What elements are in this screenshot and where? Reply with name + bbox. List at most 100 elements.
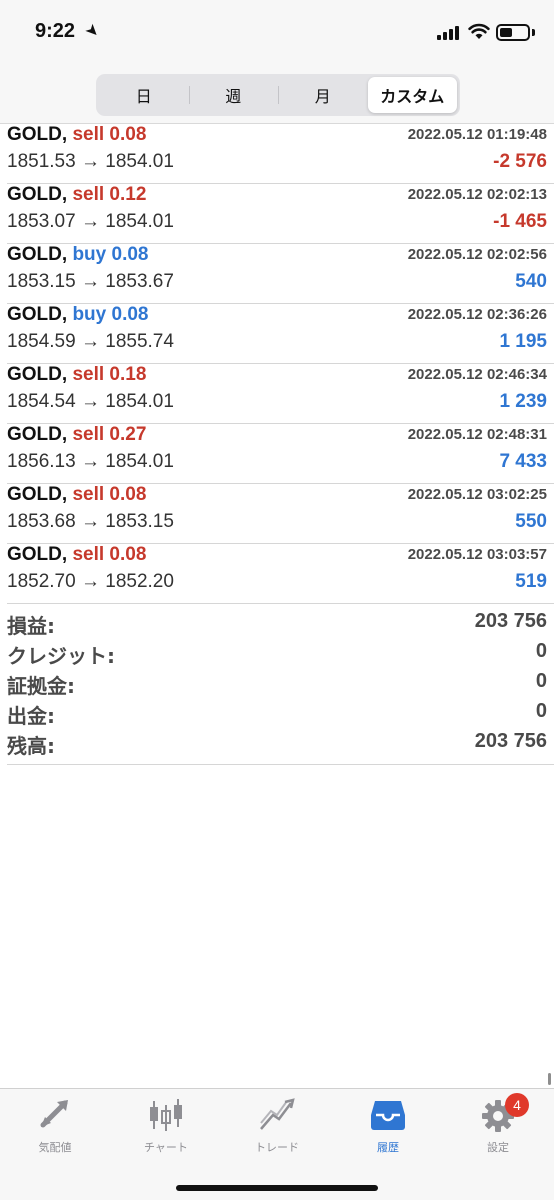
trade-prices: 1852.70 → 1852.20 [7, 571, 174, 593]
trade-profit: -2 576 [493, 151, 547, 172]
trade-profit: 550 [515, 511, 547, 532]
trade-symbol: GOLD, sell 0.08 [7, 484, 146, 506]
tab-chart-label: チャート [144, 1141, 188, 1154]
trade-trend-icon [260, 1098, 295, 1130]
tab-quotes-label: 気配値 [38, 1141, 72, 1154]
trade-prices: 1854.54 → 1854.01 [7, 391, 174, 413]
close-price: 1853.15 [105, 511, 174, 532]
tab-chart[interactable]: チャート [111, 1097, 221, 1157]
price-arrow: → [80, 151, 100, 172]
trade-side-volume: sell 0.27 [72, 424, 147, 445]
trade-side-volume: sell 0.18 [72, 364, 147, 385]
tab-day[interactable]: 日 [99, 77, 189, 113]
period-segmented-control: 日 週 月 カスタム [96, 74, 460, 116]
price-arrow: → [80, 271, 100, 292]
trade-time: 2022.05.12 02:48:31 [407, 426, 547, 443]
summary-row: 証拠金: 0 [7, 668, 554, 698]
quotes-arrows-icon [40, 1100, 68, 1128]
close-price: 1852.20 [105, 571, 174, 592]
price-arrow: → [80, 451, 100, 472]
open-price: 1854.54 [7, 391, 76, 412]
trade-row[interactable]: GOLD, sell 0.18 1854.54 → 1854.01 2022.05.… [7, 364, 554, 424]
trade-prices: 1856.13 → 1854.01 [7, 451, 174, 473]
summary-row: クレジット: 0 [7, 638, 554, 668]
trade-row[interactable]: GOLD, buy 0.08 1854.59 → 1855.74 2022.05.1… [7, 304, 554, 364]
symbol-text: GOLD, [7, 244, 68, 265]
bottom-tab-bar: 気配値 チャート トレード 履歴 4 設定 [0, 1088, 554, 1200]
home-indicator [176, 1185, 378, 1191]
open-price: 1852.70 [7, 571, 76, 592]
trade-symbol: GOLD, buy 0.08 [7, 304, 149, 326]
trade-side-volume: sell 0.08 [72, 544, 147, 565]
open-price: 1853.07 [7, 211, 76, 232]
scroll-indicator[interactable] [548, 1073, 551, 1085]
symbol-text: GOLD, [7, 484, 68, 505]
tab-history[interactable]: 履歴 [333, 1097, 443, 1157]
trade-time: 2022.05.12 03:02:25 [407, 486, 547, 503]
trade-side-volume: buy 0.08 [72, 304, 149, 325]
trade-time: 2022.05.12 02:46:34 [407, 366, 547, 383]
close-price: 1855.74 [105, 331, 174, 352]
close-price: 1854.01 [105, 451, 174, 472]
trade-time: 2022.05.12 03:03:57 [407, 546, 547, 563]
trade-profit: 7 433 [499, 451, 547, 472]
trade-prices: 1853.07 → 1854.01 [7, 211, 174, 233]
location-arrow-icon: ➤ [81, 19, 105, 42]
symbol-text: GOLD, [7, 184, 68, 205]
price-arrow: → [80, 571, 100, 592]
trade-profit: 1 195 [499, 331, 547, 352]
wifi-icon [468, 23, 490, 39]
trade-row[interactable]: GOLD, sell 0.08 1852.70 → 1852.20 2022.05.… [7, 544, 554, 604]
open-price: 1856.13 [7, 451, 76, 472]
symbol-text: GOLD, [7, 124, 68, 145]
trade-row[interactable]: GOLD, sell 0.08 1853.68 → 1853.15 2022.05.… [7, 484, 554, 544]
status-time: 9:22 [35, 20, 76, 42]
symbol-text: GOLD, [7, 424, 68, 445]
trade-prices: 1853.68 → 1853.15 [7, 511, 174, 533]
battery-icon [496, 24, 530, 41]
tab-quotes[interactable]: 気配値 [0, 1097, 110, 1157]
summary-value: 0 [535, 670, 547, 692]
close-price: 1853.67 [105, 271, 174, 292]
summary-row: 残高: 203 756 [7, 728, 554, 758]
tab-trade[interactable]: トレード [222, 1097, 332, 1157]
summary-value: 203 756 [474, 610, 547, 632]
trade-prices: 1853.15 → 1853.67 [7, 271, 174, 293]
summary-row: 出金: 0 [7, 698, 554, 728]
trade-row[interactable]: GOLD, sell 0.12 1853.07 → 1854.01 2022.05.… [7, 184, 554, 244]
summary-label: 証拠金: [7, 674, 75, 698]
summary-label: 残高: [7, 734, 55, 758]
symbol-text: GOLD, [7, 304, 68, 325]
trade-history-list: GOLD, sell 0.08 1851.53 → 1854.01 2022.05.… [7, 124, 554, 604]
cellular-signal-icon [437, 26, 459, 40]
trade-symbol: GOLD, sell 0.08 [7, 544, 146, 566]
price-arrow: → [80, 331, 100, 352]
trade-row[interactable]: GOLD, buy 0.08 1853.15 → 1853.67 2022.05.1… [7, 244, 554, 304]
trade-row[interactable]: GOLD, sell 0.27 1856.13 → 1854.01 2022.05.… [7, 424, 554, 484]
trade-symbol: GOLD, sell 0.08 [7, 124, 146, 146]
trade-profit: 1 239 [499, 391, 547, 412]
trade-symbol: GOLD, buy 0.08 [7, 244, 149, 266]
tab-month[interactable]: 月 [278, 77, 368, 113]
trade-profit: 540 [515, 271, 547, 292]
trade-profit: 519 [515, 571, 547, 592]
trade-side-volume: buy 0.08 [72, 244, 149, 265]
tab-week[interactable]: 週 [188, 77, 279, 113]
tab-custom[interactable]: カスタム [367, 77, 457, 113]
battery-cap [532, 29, 535, 36]
trade-profit: -1 465 [493, 211, 547, 232]
summary-value: 0 [535, 700, 547, 722]
trade-side-volume: sell 0.12 [72, 184, 147, 205]
trade-row[interactable]: GOLD, sell 0.08 1851.53 → 1854.01 2022.05.… [7, 124, 554, 184]
trade-symbol: GOLD, sell 0.18 [7, 364, 146, 386]
close-price: 1854.01 [105, 391, 174, 412]
trade-time: 2022.05.12 01:19:48 [407, 126, 547, 143]
tab-settings[interactable]: 4 設定 [443, 1093, 553, 1157]
tab-settings-label: 設定 [487, 1141, 509, 1154]
open-price: 1851.53 [7, 151, 76, 172]
price-arrow: → [80, 391, 100, 412]
trade-prices: 1854.59 → 1855.74 [7, 331, 174, 353]
trade-symbol: GOLD, sell 0.27 [7, 424, 146, 446]
symbol-text: GOLD, [7, 364, 68, 385]
price-arrow: → [80, 211, 100, 232]
